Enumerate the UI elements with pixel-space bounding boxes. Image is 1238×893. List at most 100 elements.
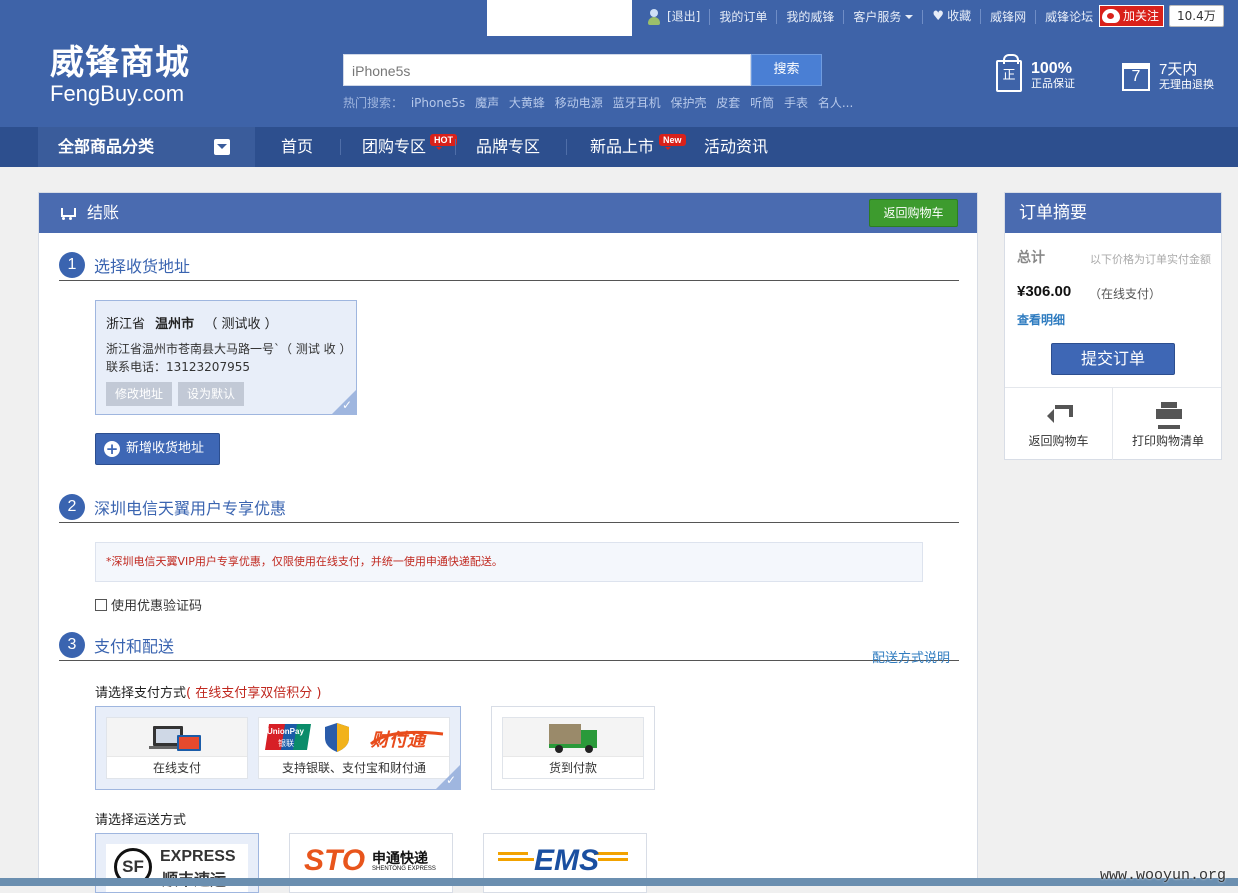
hot-word[interactable]: 听筒 bbox=[750, 96, 774, 110]
ems-mark: EMS bbox=[534, 844, 600, 877]
sto-en: SHENTONG EXPRESS bbox=[372, 866, 436, 872]
guarantee-label: 正品保证 bbox=[1031, 77, 1075, 90]
os-taskbar bbox=[0, 878, 1238, 886]
all-categories-menu[interactable]: 全部商品分类 bbox=[38, 127, 255, 167]
step-label: 深圳电信天翼用户专享优惠 bbox=[94, 498, 287, 518]
online-payment-option[interactable]: 在线支付 UnionPay 银联 财付通 支持银联、支付宝和财付通 ✓ bbox=[95, 706, 461, 790]
weiphone-site-link[interactable]: 威锋网 bbox=[981, 9, 1037, 24]
view-details-link[interactable]: 查看明细 bbox=[1017, 311, 1065, 328]
payment-logos: UnionPay 银联 财付通 bbox=[259, 718, 449, 756]
print-list-label: 打印购物清单 bbox=[1131, 434, 1204, 448]
hot-word[interactable]: 名人... bbox=[818, 96, 853, 110]
hot-search-words: 热门搜索： iPhone5s 魔声 大黄蜂 移动电源 蓝牙耳机 保护壳 皮套 听… bbox=[343, 94, 859, 111]
logo-chinese: 威锋商城 bbox=[50, 43, 190, 83]
online-pay-caption: 在线支付 bbox=[107, 756, 247, 778]
weibo-follow-button[interactable]: 加关注 bbox=[1099, 5, 1165, 27]
step-number: 2 bbox=[59, 493, 85, 520]
hot-word[interactable]: iPhone5s bbox=[411, 96, 465, 110]
sf-express-en: EXPRESS bbox=[160, 848, 236, 865]
step-label: 选择收货地址 bbox=[94, 256, 191, 276]
laptop-card-icon bbox=[107, 718, 247, 756]
nav-events[interactable]: 活动资讯 bbox=[704, 127, 768, 167]
address-recipient: （ 测试收 ） bbox=[204, 317, 278, 332]
top-links-bar: [退出] 我的订单 我的威锋 客户服务 ♥ 收藏 威锋网 威锋论坛 bbox=[638, 0, 1102, 33]
logo-english: FengBuy.com bbox=[50, 81, 185, 106]
delivery-truck-icon bbox=[503, 718, 643, 756]
cod-cell: 货到付款 bbox=[502, 717, 644, 779]
customer-service-link[interactable]: 客户服务 bbox=[844, 9, 924, 24]
logout-label: [退出] bbox=[667, 9, 701, 23]
bank-pay-caption: 支持银联、支付宝和财付通 bbox=[259, 756, 449, 778]
hot-word[interactable]: 魔声 bbox=[475, 96, 499, 110]
cash-on-delivery-option[interactable]: 货到付款 bbox=[491, 706, 655, 790]
nav-new-arrivals[interactable]: 新品上市 bbox=[590, 127, 654, 167]
printer-icon bbox=[1156, 402, 1182, 425]
add-address-button[interactable]: + 新增收货地址 bbox=[95, 433, 220, 465]
coupon-checkbox[interactable]: 使用优惠验证码 bbox=[95, 595, 202, 614]
step-number: 3 bbox=[59, 631, 85, 658]
edit-address-button[interactable]: 修改地址 bbox=[106, 382, 173, 406]
hot-word[interactable]: 手表 bbox=[784, 96, 808, 110]
checkout-title: 结账 bbox=[87, 203, 120, 222]
hot-word[interactable]: 移动电源 bbox=[555, 96, 603, 110]
sto-mark: STO bbox=[304, 844, 366, 877]
weibo-follower-count: 10.4万 bbox=[1169, 5, 1224, 27]
search-input[interactable]: iPhone5s bbox=[343, 54, 751, 86]
payment-title: 请选择支付方式( 在线支付享双倍积分 ) bbox=[95, 682, 321, 701]
back-arrow-icon bbox=[1047, 402, 1073, 423]
hot-search-label: 热门搜索： bbox=[343, 96, 404, 110]
my-orders-link[interactable]: 我的订单 bbox=[710, 9, 778, 24]
selected-check-icon: ✓ bbox=[332, 390, 356, 414]
logout-link[interactable]: [退出] bbox=[638, 8, 711, 25]
sto-cn: 申通快递 bbox=[372, 851, 428, 867]
weiphone-forum-link[interactable]: 威锋论坛 bbox=[1036, 10, 1102, 24]
hot-word[interactable]: 皮套 bbox=[716, 96, 740, 110]
hot-word[interactable]: 蓝牙耳机 bbox=[613, 96, 661, 110]
nav-brands[interactable]: 品牌专区 bbox=[476, 127, 540, 167]
print-list-button[interactable]: 打印购物清单 bbox=[1114, 388, 1222, 460]
calendar-icon: 7 bbox=[1122, 63, 1150, 91]
address-card[interactable]: 浙江省 温州市 （ 测试收 ） 浙江省温州市苍南县大马路一号`（ 测试 收 ） … bbox=[95, 300, 357, 415]
header-blank-box bbox=[487, 0, 632, 36]
chevron-down-icon bbox=[905, 15, 914, 19]
my-weiphone-link[interactable]: 我的威锋 bbox=[777, 9, 845, 24]
submit-order-button[interactable]: 提交订单 bbox=[1051, 343, 1175, 375]
all-categories-label: 全部商品分类 bbox=[58, 137, 155, 156]
cod-caption: 货到付款 bbox=[503, 756, 643, 778]
unionpay-logo-text: UnionPay bbox=[267, 727, 304, 736]
dropdown-arrow-icon bbox=[214, 139, 230, 155]
favorites-link[interactable]: ♥ 收藏 bbox=[923, 9, 982, 24]
set-default-button[interactable]: 设为默认 bbox=[178, 382, 245, 406]
summary-total-label: 总计 bbox=[1017, 250, 1045, 266]
order-summary-panel: 订单摘要 总计 以下价格为订单实付金额 ¥306.00 （在线支付） 查看明细 … bbox=[1004, 192, 1222, 460]
payment-title-text: 请选择支付方式 bbox=[95, 686, 187, 701]
checkout-header: 结账 bbox=[39, 193, 977, 233]
hot-badge: HOT bbox=[430, 134, 457, 150]
add-address-label: 新增收货地址 bbox=[126, 441, 205, 456]
nav-divider bbox=[455, 139, 456, 155]
site-logo[interactable]: 威锋商城 FengBuy.com bbox=[50, 44, 190, 106]
search-button[interactable]: 搜索 bbox=[751, 54, 822, 86]
hot-word[interactable]: 保护壳 bbox=[670, 96, 706, 110]
nav-group-buy[interactable]: 团购专区 bbox=[362, 127, 426, 167]
step-number: 1 bbox=[59, 251, 85, 278]
summary-amount: ¥306.00 bbox=[1017, 283, 1072, 300]
hot-word[interactable]: 大黄蜂 bbox=[509, 96, 545, 110]
back-to-cart-label: 返回购物车 bbox=[1028, 434, 1089, 448]
heart-icon: ♥ bbox=[932, 9, 945, 24]
selected-check-icon: ✓ bbox=[436, 765, 460, 789]
weibo-follow-widget: 加关注 10.4万 bbox=[1099, 5, 1224, 27]
summary-back-to-cart[interactable]: 返回购物车 bbox=[1005, 388, 1113, 460]
checkout-panel: 结账 返回购物车 1 选择收货地址 浙江省 温州市 （ 测试收 ） 浙江省温州市… bbox=[38, 192, 978, 893]
shopping-bag-icon: 正 bbox=[996, 54, 1022, 92]
summary-price-note: 以下价格为订单实付金额 bbox=[1090, 253, 1211, 266]
watermark-text: www.wooyun.org bbox=[1100, 867, 1227, 884]
nav-home[interactable]: 首页 bbox=[281, 127, 313, 167]
step1-title: 1 选择收货地址 bbox=[59, 251, 959, 281]
tenpay-logo-text: 财付通 bbox=[371, 730, 425, 751]
back-to-cart-button[interactable]: 返回购物车 bbox=[869, 199, 958, 227]
cart-icon bbox=[59, 206, 76, 220]
shipping-help-link[interactable]: 配送方式说明 bbox=[872, 647, 950, 666]
nav-divider bbox=[340, 139, 341, 155]
address-phone: 联系电话：13123207955 bbox=[106, 360, 250, 374]
